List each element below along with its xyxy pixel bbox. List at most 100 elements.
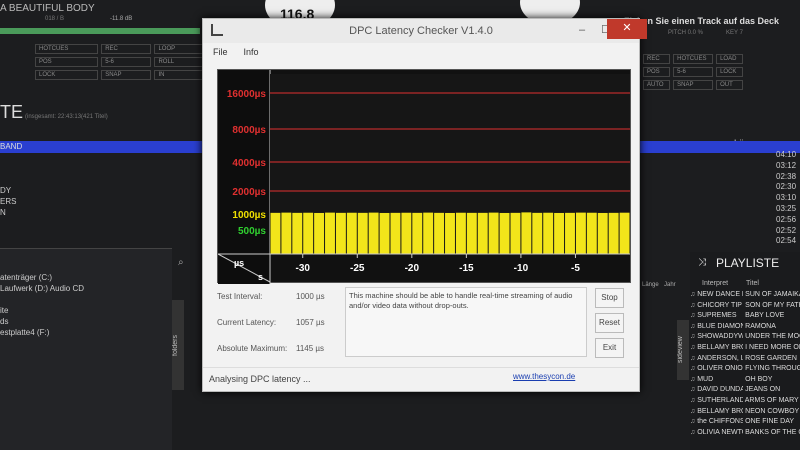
y-tick-label: 2000µs xyxy=(232,187,266,198)
playlist-track-title: JEANS ON xyxy=(745,386,781,394)
latency-bar xyxy=(597,212,608,254)
length-column: 04:10 03:12 02:38 02:30 03:10 03:25 02:5… xyxy=(776,150,796,247)
control-button[interactable]: POS xyxy=(643,67,671,77)
playlist-row[interactable]: ♫ DAVID DUNDAS JEANS ON xyxy=(690,385,800,396)
test-interval-value: 1000 µs xyxy=(296,292,325,301)
playlist-track-title: I NEED MORE OF xyxy=(745,343,800,351)
drive-item[interactable]: atenträger (C:) xyxy=(0,272,84,283)
playlist-track-title: SUN OF JAMAIKA xyxy=(745,291,800,298)
sideview-tab[interactable]: sideview xyxy=(677,320,689,380)
playlist-header-artist[interactable]: Interpret xyxy=(702,280,728,287)
playlist-row[interactable]: ♫ NEW DANCE BAND SUN OF JAMAIKA xyxy=(690,290,800,301)
music-note-icon: ♫ xyxy=(690,365,698,373)
track-row[interactable]: N xyxy=(0,207,16,218)
playlist-track-title: UNDER THE MOO... xyxy=(745,333,800,341)
control-button[interactable]: AUTO xyxy=(643,80,671,90)
playlist-row[interactable]: ♫ SHOWADDYWAD... UNDER THE MOO... xyxy=(690,332,800,343)
latency-bar xyxy=(346,212,357,254)
playlist-artist: SUPREMES xyxy=(697,312,737,320)
control-button[interactable]: HOTCUES xyxy=(35,44,99,54)
shuffle-icon[interactable]: ⤨ xyxy=(698,257,706,268)
mid-header-length[interactable]: Länge xyxy=(642,282,659,288)
playlist-header-title[interactable]: Titel xyxy=(746,280,759,287)
y-unit-label: µs xyxy=(234,258,244,268)
drive-item[interactable]: estplatte4 (F:) xyxy=(0,327,84,338)
mid-header-year[interactable]: Jahr xyxy=(664,282,676,288)
drive-item[interactable]: ds xyxy=(0,316,84,327)
playlist-track-title: FLYING THROUGH xyxy=(745,365,800,373)
drive-item[interactable]: ite xyxy=(0,305,84,316)
result-message: This machine should be able to handle re… xyxy=(345,287,587,357)
website-link[interactable]: www.thesycon.de xyxy=(513,372,575,381)
playlist-row[interactable]: ♫ CHICORY TIP SON OF MY FATHER xyxy=(690,301,800,312)
exit-button[interactable]: Exit xyxy=(595,338,624,358)
control-button[interactable]: IN xyxy=(154,70,205,80)
playlist-track-title: ROSE GARDEN xyxy=(745,354,797,362)
search-icon[interactable]: ⌕ xyxy=(178,257,184,268)
control-button[interactable]: LOAD xyxy=(716,54,743,64)
playlist-artist: OLIVER ONIONS xyxy=(697,365,743,373)
music-note-icon: ♫ xyxy=(690,375,698,383)
length-cell: 03:12 xyxy=(776,160,797,170)
drive-item[interactable]: Laufwerk (D:) Audio CD xyxy=(0,283,84,294)
folders-tab[interactable]: folders xyxy=(172,300,184,390)
playlist-row[interactable]: ♫ BELLAMY BROTH... I NEED MORE OF xyxy=(690,343,800,354)
control-button[interactable]: REC xyxy=(643,54,671,64)
minimize-button[interactable]: – xyxy=(569,21,595,39)
latency-bar xyxy=(510,212,521,254)
latency-bar xyxy=(292,212,303,254)
reset-button[interactable]: Reset xyxy=(595,313,624,333)
control-button[interactable]: LOCK xyxy=(35,70,99,80)
playlist-row[interactable]: ♫ MUD OH BOY xyxy=(690,375,800,386)
playlist-row[interactable]: ♫ OLIVER ONIONS FLYING THROUGH xyxy=(690,364,800,375)
waveform[interactable] xyxy=(0,28,200,34)
control-button[interactable]: 5-6 xyxy=(101,57,152,67)
control-button[interactable]: HOTCUES xyxy=(673,54,714,64)
playlist-row[interactable]: ♫ SUTHERLAND BR... ARMS OF MARY xyxy=(690,396,800,407)
playlist-row[interactable]: ♫ BELLAMY BROTH... NEON COWBOY xyxy=(690,407,800,418)
close-button[interactable]: ✕ xyxy=(607,19,647,39)
latency-bar xyxy=(434,212,445,254)
control-button[interactable]: POS xyxy=(35,57,99,67)
latency-bar xyxy=(270,212,281,254)
test-interval-label: Test Interval: xyxy=(217,292,263,301)
x-tick-label: -15 xyxy=(459,263,474,274)
latency-bar xyxy=(565,212,575,254)
playlist-track-title: RAMONA xyxy=(745,322,776,330)
track-row[interactable]: DY xyxy=(0,185,16,196)
menu-file[interactable]: File xyxy=(213,47,228,57)
music-note-icon: ♫ xyxy=(690,333,698,341)
latency-bar xyxy=(499,212,510,254)
control-button[interactable]: ROLL xyxy=(154,57,205,67)
latency-bar xyxy=(423,212,434,254)
music-note-icon: ♫ xyxy=(690,291,698,298)
control-button[interactable]: REC xyxy=(101,44,152,54)
control-button[interactable]: 5-6 xyxy=(673,67,714,77)
length-cell: 02:52 xyxy=(776,225,797,235)
playlist-artist: SUTHERLAND BR... xyxy=(697,396,744,404)
gain: -11.8 dB xyxy=(110,16,133,22)
playlist-row[interactable]: ♫ the CHIFFONS ONE FINE DAY xyxy=(690,417,800,428)
stop-button[interactable]: Stop xyxy=(595,288,624,308)
control-button[interactable]: OUT xyxy=(716,80,743,90)
control-button[interactable]: LOCK xyxy=(716,67,743,77)
latency-bar xyxy=(477,212,488,254)
track-row[interactable]: ERS xyxy=(0,196,16,207)
menu-info[interactable]: Info xyxy=(244,47,259,57)
latency-bar xyxy=(368,212,379,254)
playlist-artist: DAVID DUNDAS xyxy=(697,386,744,394)
playlist-row[interactable]: ♫ OLIVIA NEWTON... BANKS OF THE OH xyxy=(690,428,800,439)
control-button[interactable]: LOOP xyxy=(154,44,205,54)
latency-bar xyxy=(390,212,401,254)
length-cell: 04:10 xyxy=(776,150,797,159)
latency-bar xyxy=(325,212,335,254)
title-bar[interactable]: DPC Latency Checker V1.4.0 – ☐ ✕ xyxy=(203,19,647,43)
length-cell: 02:56 xyxy=(776,214,797,224)
control-button[interactable]: SNAP xyxy=(101,70,152,80)
latency-bar xyxy=(281,212,292,254)
playlist-row[interactable]: ♫ BLUE DIAMONDS RAMONA xyxy=(690,322,800,333)
menu-bar: File Info xyxy=(203,43,639,61)
playlist-row[interactable]: ♫ SUPREMES BABY LOVE xyxy=(690,311,800,322)
playlist-row[interactable]: ♫ ANDERSON, LYNN ROSE GARDEN xyxy=(690,354,800,365)
control-button[interactable]: SNAP xyxy=(673,80,714,90)
